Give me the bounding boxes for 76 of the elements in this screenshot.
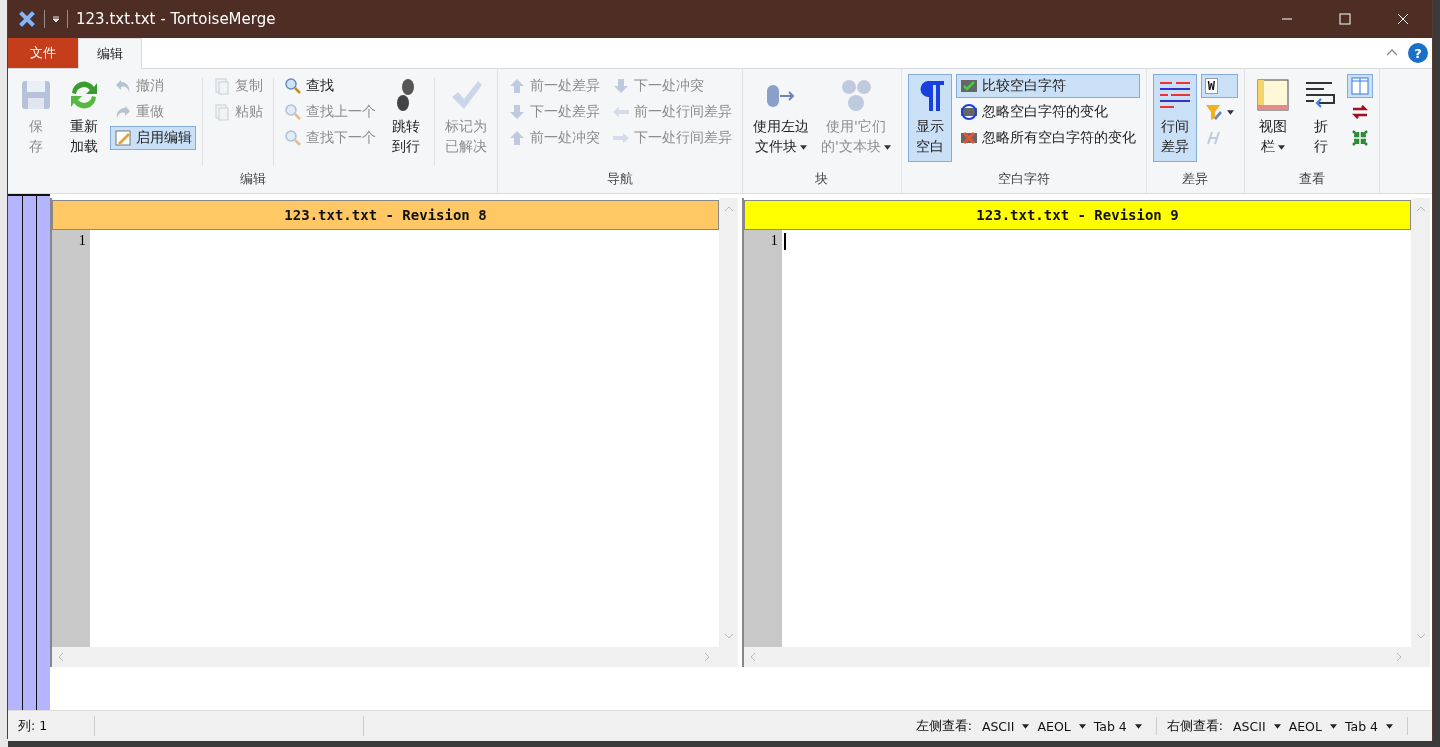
- panel-toggle-icon: [1350, 77, 1369, 95]
- line-ending-dropdown[interactable]: AEOL: [1033, 718, 1090, 734]
- line-number: 1: [769, 232, 778, 249]
- search-icon: [284, 129, 302, 147]
- caret-icon: [1134, 723, 1142, 729]
- down-arrow-icon: [508, 103, 526, 121]
- panel-icon: [1254, 77, 1291, 113]
- app-logo-icon: [16, 8, 38, 30]
- horizontal-scrollbar[interactable]: [744, 647, 1430, 667]
- search-icon: [284, 103, 302, 121]
- caret-icon: [1078, 723, 1086, 729]
- circle-icon: [959, 103, 978, 121]
- ribbon-button[interactable]: 忽略空白字符的变化: [955, 100, 1140, 124]
- caret-icon: [1329, 723, 1337, 729]
- ribbon-button[interactable]: 重新 加载: [62, 74, 106, 162]
- ribbon-button[interactable]: 使用左边 文件块: [749, 74, 813, 162]
- scroll-up-icon[interactable]: [723, 206, 734, 212]
- scroll-right-icon[interactable]: [704, 652, 710, 662]
- ribbon-button[interactable]: 显示 空白: [907, 74, 952, 162]
- ribbon-button[interactable]: W: [1200, 74, 1238, 98]
- copy-icon: [213, 77, 231, 95]
- caret-icon: [1386, 723, 1393, 729]
- scroll-left-icon[interactable]: [58, 652, 64, 662]
- collapse-icon: [1350, 129, 1369, 147]
- line-number: 1: [77, 232, 86, 249]
- up-arrow-icon: [508, 77, 526, 95]
- ribbon-button[interactable]: 比较空白字符: [955, 74, 1140, 98]
- ribbon-button[interactable]: 行间 差异: [1152, 74, 1197, 162]
- view-label: 左侧查看:: [915, 717, 972, 735]
- quick-access-dropdown-icon[interactable]: [51, 14, 61, 24]
- ribbon-button[interactable]: 视图 栏: [1250, 74, 1295, 162]
- group-label: 空白字符: [996, 170, 1051, 188]
- pencil-icon: [114, 129, 132, 147]
- window-title: 123.txt.txt - TortoiseMerge: [76, 10, 276, 28]
- encoding-dropdown[interactable]: ASCII: [1229, 718, 1285, 734]
- ribbon-button[interactable]: 查找: [280, 74, 380, 98]
- view-label: 右侧查看:: [1166, 717, 1224, 735]
- encoding-dropdown[interactable]: ASCII: [977, 718, 1034, 734]
- filter-icon: [1204, 103, 1223, 121]
- cross-icon: [959, 129, 978, 147]
- tab-size-dropdown[interactable]: Tab 4: [1340, 718, 1397, 734]
- ribbon-button[interactable]: 折 行: [1298, 74, 1343, 162]
- down-arrow-icon: [612, 77, 630, 95]
- checkbox-icon: [959, 77, 978, 95]
- vertical-scrollbar[interactable]: [1411, 198, 1430, 647]
- swap-arrows-icon: [1350, 103, 1369, 121]
- scroll-down-icon[interactable]: [723, 633, 734, 639]
- scroll-down-icon[interactable]: [1415, 633, 1426, 639]
- horizontal-scrollbar[interactable]: [52, 647, 738, 667]
- caret-icon: [1022, 723, 1030, 729]
- tab-size-dropdown[interactable]: Tab 4: [1089, 718, 1146, 734]
- ribbon-tab[interactable]: 文件: [8, 38, 78, 68]
- scroll-left-icon[interactable]: [750, 652, 756, 662]
- collapse-ribbon-icon[interactable]: [1386, 48, 1398, 56]
- scroll-right-icon[interactable]: [1396, 652, 1402, 662]
- pane-header: 123.txt.txt - Revision 8: [52, 200, 719, 230]
- column-indicator: 列: 1: [8, 716, 95, 736]
- line-ending-dropdown[interactable]: AEOL: [1284, 718, 1341, 734]
- search-icon: [284, 77, 302, 95]
- ribbon-tab[interactable]: 编辑: [78, 38, 142, 69]
- ribbon-button[interactable]: 跳转 到行: [384, 74, 428, 162]
- slash-icon: [1204, 129, 1223, 147]
- help-button[interactable]: ?: [1408, 43, 1428, 63]
- caret-icon: [1273, 723, 1281, 729]
- ribbon-button[interactable]: 启用编辑: [110, 126, 196, 150]
- group-label: 块: [814, 170, 830, 188]
- group-label: 差异: [1181, 170, 1210, 188]
- pane-header: 123.txt.txt - Revision 9: [744, 200, 1411, 230]
- group-label: 编辑: [238, 170, 267, 188]
- scroll-up-icon[interactable]: [1415, 206, 1426, 212]
- group-label: 导航: [606, 170, 634, 188]
- vertical-scrollbar[interactable]: [719, 198, 738, 647]
- up-arrow-icon: [508, 129, 526, 147]
- paste-icon: [213, 103, 231, 121]
- group-label: 查看: [1297, 170, 1326, 188]
- ribbon-button[interactable]: 忽略所有空白字符的变化: [955, 126, 1140, 150]
